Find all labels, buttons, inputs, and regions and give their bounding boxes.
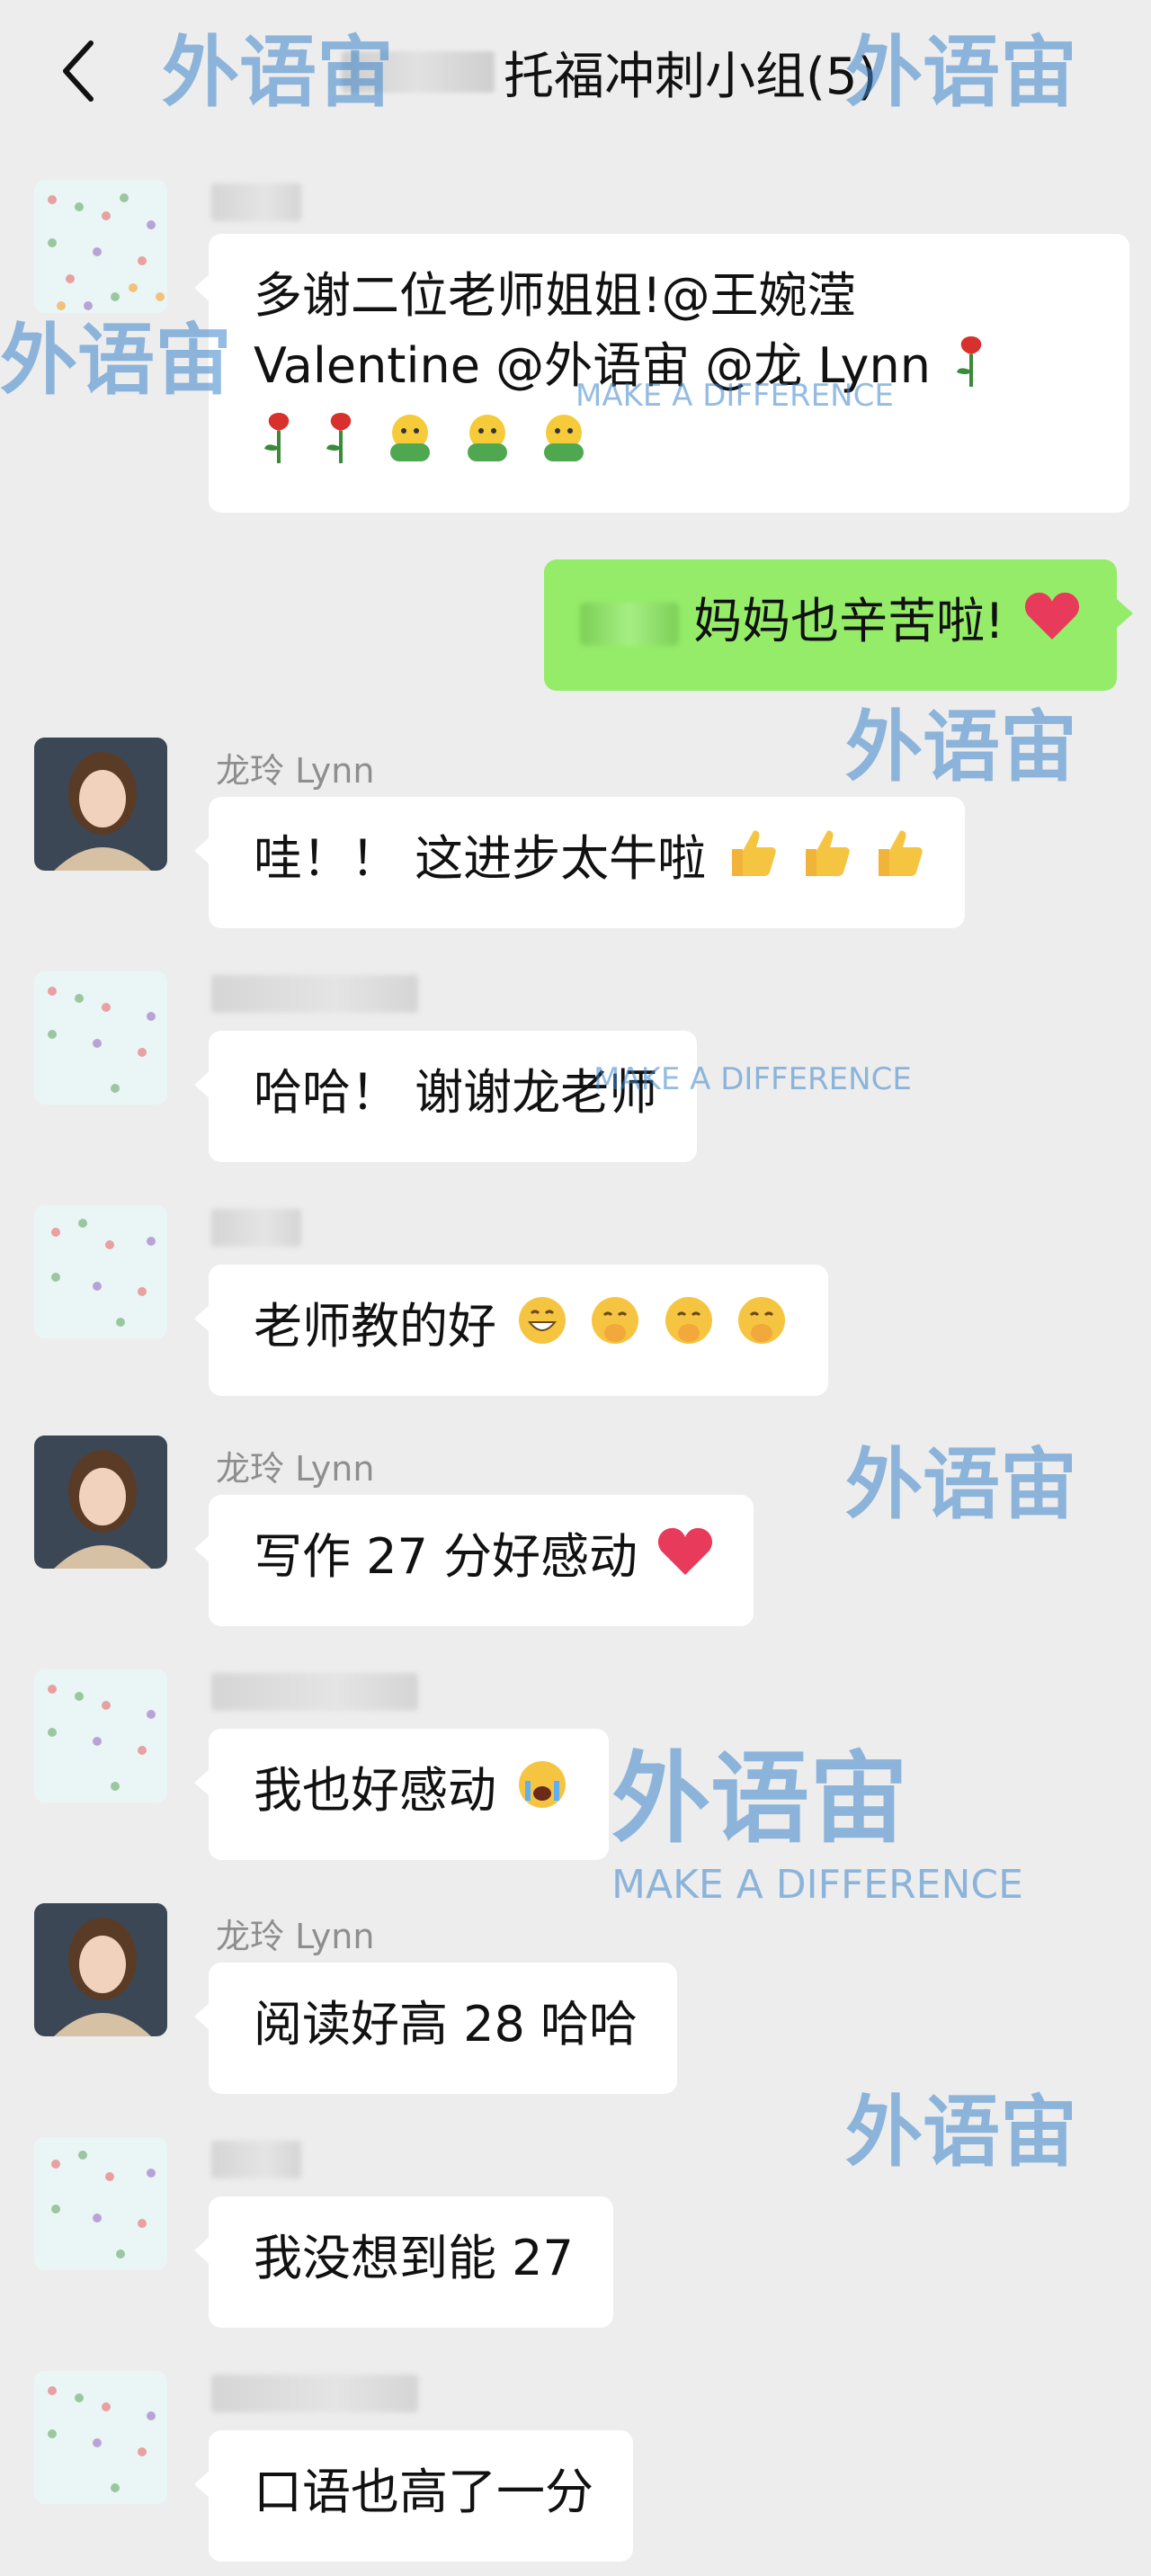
message-bubble[interactable]: 口语也高了一分: [194, 2430, 633, 2562]
message-text-line: 多谢二位老师姐姐!@王婉滢: [254, 267, 856, 324]
message-text: 写作 27 分好感动: [254, 1528, 638, 1585]
thumbs-up-icon: [871, 826, 925, 899]
teacher-portrait: [34, 738, 167, 871]
facepalm-smile-icon: [735, 1293, 789, 1366]
sender-name: 龙玲 Lynn: [216, 1917, 375, 1956]
crying-face-icon: [515, 1758, 569, 1830]
message-bubble[interactable]: 我没想到能 27: [194, 2196, 613, 2328]
avatar[interactable]: [34, 971, 167, 1105]
hug-icon: [381, 407, 439, 484]
avatar[interactable]: [34, 1903, 167, 2036]
dotted-avatar-image: [34, 1205, 167, 1338]
dotted-avatar-image: [34, 2137, 167, 2270]
redacted-sender-name: [211, 2141, 301, 2178]
avatar[interactable]: [34, 180, 167, 313]
redacted-sender-name: [211, 975, 418, 1013]
message-text: 口语也高了一分: [254, 2464, 593, 2520]
avatar[interactable]: [34, 1669, 167, 1802]
chat-header: 托福冲刺小组(5): [0, 0, 1151, 144]
hug-icon: [459, 407, 516, 484]
teacher-portrait: [34, 1436, 167, 1569]
message-text: 阅读好高 28 哈哈: [254, 1996, 638, 2053]
thumbs-up-icon: [725, 826, 779, 899]
chat-title: 托福冲刺小组(5): [504, 47, 878, 106]
heart-icon: [656, 1525, 714, 1596]
message-text: 哈哈！ 谢谢龙老师: [254, 1064, 658, 1121]
message-bubble[interactable]: 我也好感动: [193, 1729, 610, 1860]
message-text: 我没想到能 27: [254, 2230, 574, 2286]
message-text: 哇！！ 这进步太牛啦: [254, 830, 707, 887]
message-bubble[interactable]: 哈哈！ 谢谢龙老师: [193, 1031, 698, 1162]
message-text: 妈妈也辛苦啦!: [693, 593, 1004, 649]
emoji-line: [254, 407, 1090, 484]
dotted-avatar-image: [34, 180, 167, 313]
facepalm-smile-icon: [588, 1293, 642, 1366]
rose-icon: [319, 407, 362, 484]
sender-name: 龙玲 Lynn: [216, 1449, 375, 1489]
thumbs-up-icon: [799, 826, 852, 899]
message-bubble[interactable]: 哇！！ 这进步太牛啦: [194, 797, 965, 928]
dotted-avatar-image: [34, 971, 167, 1105]
message-bubble[interactable]: 多谢二位老师姐姐!@王婉滢 Valentine @外语宙 @龙 Lynn: [194, 234, 1129, 513]
message-text: 老师教的好: [254, 1298, 496, 1355]
message-bubble[interactable]: 写作 27 分好感动: [193, 1495, 754, 1626]
message-text-line: Valentine @外语宙 @龙 Lynn: [254, 331, 1090, 407]
sender-name: 龙玲 Lynn: [216, 751, 375, 791]
avatar[interactable]: [34, 2137, 167, 2270]
redacted-sender-name: [211, 1673, 418, 1711]
message-bubble[interactable]: 阅读好高 28 哈哈: [193, 1963, 678, 2094]
message-text: 我也好感动: [254, 1762, 496, 1819]
chat-title-area: 托福冲刺小组(5): [342, 36, 877, 108]
message-list[interactable]: 多谢二位老师姐姐!@王婉滢 Valentine @外语宙 @龙 Lynn 妈妈也…: [0, 144, 1151, 2576]
avatar[interactable]: [34, 1205, 167, 1338]
redacted-sender-name: [211, 1209, 301, 1247]
facepalm-smile-icon: [662, 1293, 716, 1366]
chevron-left-icon: [63, 40, 94, 102]
redacted-name: [342, 51, 495, 93]
avatar[interactable]: [34, 738, 167, 871]
hug-icon: [535, 407, 593, 484]
redacted-name: [580, 603, 680, 647]
grin-sweat-icon: [515, 1293, 569, 1366]
dotted-avatar-image: [34, 1669, 167, 1802]
back-button[interactable]: [47, 31, 110, 112]
teacher-portrait: [34, 1903, 167, 2036]
redacted-sender-name: [211, 2375, 418, 2412]
rose-icon: [950, 331, 993, 407]
dotted-avatar-image: [34, 2371, 167, 2504]
message-bubble[interactable]: 老师教的好: [194, 1265, 828, 1396]
message-bubble-mine[interactable]: 妈妈也辛苦啦!: [544, 559, 1133, 691]
redacted-sender-name: [211, 183, 301, 221]
avatar[interactable]: [34, 1436, 167, 1569]
heart-icon: [1023, 589, 1081, 660]
avatar[interactable]: [34, 2371, 167, 2504]
rose-icon: [257, 407, 300, 484]
